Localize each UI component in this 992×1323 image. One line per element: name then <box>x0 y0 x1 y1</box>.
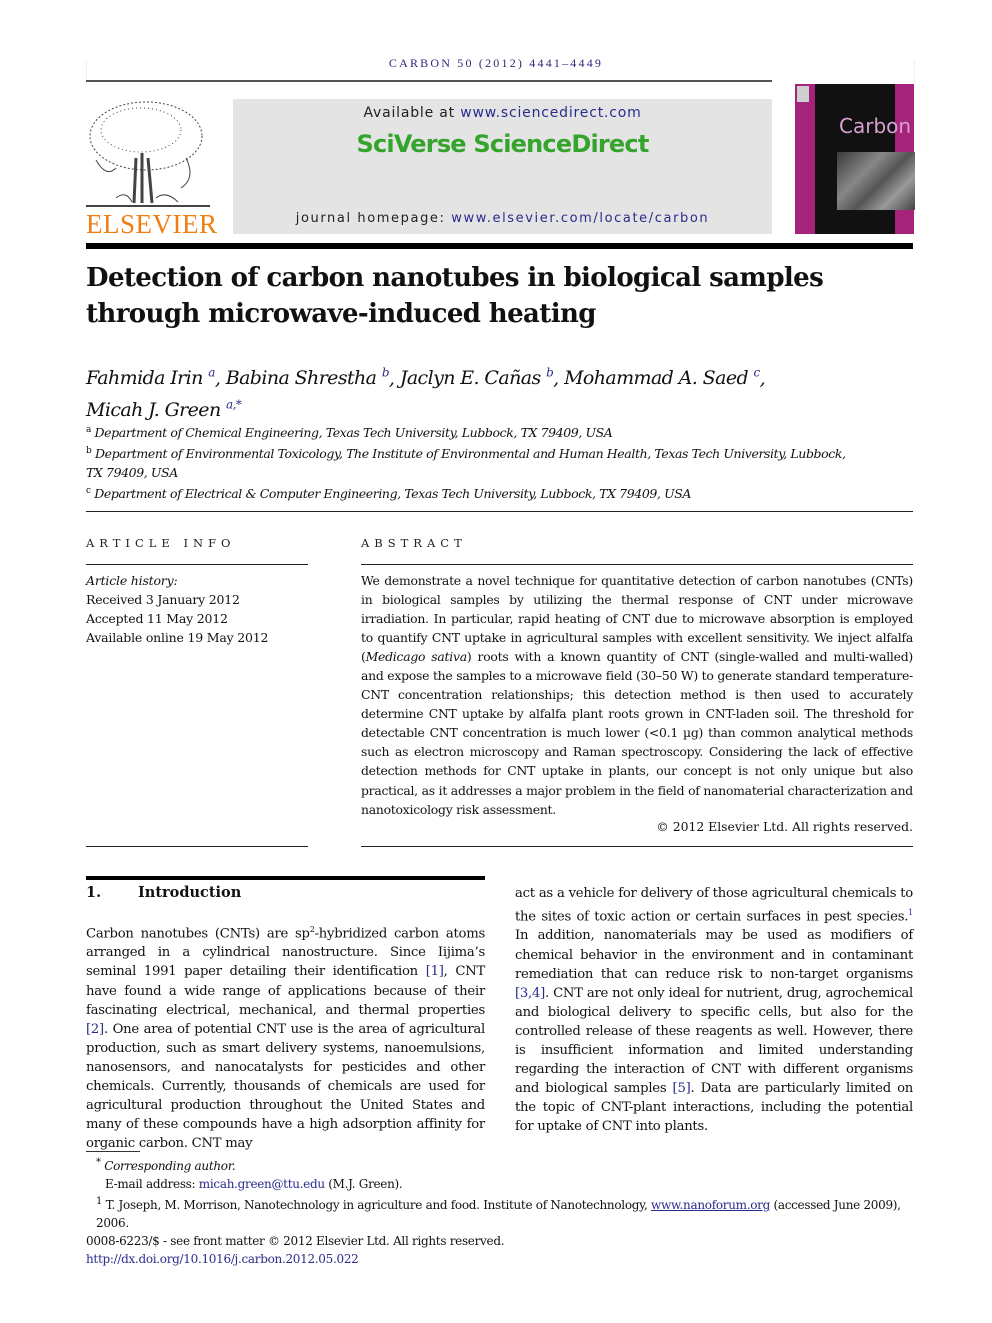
abstract-text: We demonstrate a novel technique for qua… <box>361 573 913 817</box>
footnote-1: 1 T. Joseph, M. Morrison, Nanotechnology… <box>96 1196 901 1230</box>
abstract-heading: ABSTRACT <box>361 536 467 550</box>
homepage-prefix: journal homepage: <box>295 211 452 226</box>
header-rule <box>86 80 772 82</box>
article-history: Article history: Received 3 January 2012… <box>86 571 268 647</box>
cover-title: Carbon <box>839 114 912 138</box>
footnotes: * Corresponding author. E-mail address: … <box>86 1154 913 1268</box>
received-date: Received 3 January 2012 <box>86 592 240 607</box>
article-info-heading: ARTICLE INFO <box>86 536 236 550</box>
section-title: Introduction <box>138 884 242 901</box>
journal-citation: CARBON 50 (2012) 4441–4449 <box>388 56 604 70</box>
citation-link[interactable]: [3,4] <box>515 986 545 1001</box>
cover-micrograph <box>837 152 915 210</box>
section-rule <box>86 876 485 880</box>
footnote-rule <box>86 1151 140 1152</box>
doi-link[interactable]: http://dx.doi.org/10.1016/j.carbon.2012.… <box>86 1252 359 1266</box>
affiliation-b: b Department of Environmental Toxicology… <box>86 446 846 481</box>
citation-link[interactable]: [1] <box>426 964 444 979</box>
species-name: Medicago sativa <box>365 649 468 665</box>
journal-homepage-line: journal homepage: www.elsevier.com/locat… <box>233 211 772 226</box>
masthead-rule <box>86 243 913 249</box>
divider <box>361 846 913 847</box>
citation-link[interactable]: [2] <box>86 1022 104 1037</box>
divider <box>86 846 308 847</box>
history-label: Article history: <box>86 573 178 588</box>
sciverse-logo[interactable]: SciVerse ScienceDirect <box>233 130 772 158</box>
divider <box>361 564 913 565</box>
journal-cover-image: Carbon <box>795 84 915 234</box>
citation-link[interactable]: [5] <box>673 1081 691 1096</box>
abstract-copyright: © 2012 Elsevier Ltd. All rights reserved… <box>656 819 913 834</box>
article-title: Detection of carbon nanotubes in biologi… <box>86 263 824 329</box>
affiliation-a: a Department of Chemical Engineering, Te… <box>86 425 613 441</box>
author[interactable]: Babina Shrestha b <box>226 366 390 389</box>
divider <box>86 511 913 512</box>
author[interactable]: Fahmida Irin a <box>86 366 215 389</box>
online-date: Available online 19 May 2012 <box>86 630 269 645</box>
available-prefix: Available at <box>363 105 461 121</box>
divider <box>86 564 308 565</box>
section-number: 1. <box>86 884 102 901</box>
author-list: Fahmida Irin a, Babina Shrestha b, Jacly… <box>86 366 766 421</box>
accepted-date: Accepted 11 May 2012 <box>86 611 228 626</box>
intro-column-left: Carbon nanotubes (CNTs) are sp2-hybridiz… <box>86 925 485 1151</box>
front-matter: 0008-6223/$ - see front matter © 2012 El… <box>86 1234 505 1248</box>
corresponding-author-note: * Corresponding author. <box>96 1157 236 1173</box>
intro-column-right: act as a vehicle for delivery of those a… <box>515 886 913 1134</box>
author[interactable]: Mohammad A. Saed c <box>564 366 760 389</box>
author[interactable]: Jaclyn E. Cañas b <box>400 366 554 389</box>
cover-elsevier-icon <box>797 86 809 102</box>
elsevier-tree-icon <box>86 101 210 207</box>
cover-panel: Carbon <box>815 84 915 234</box>
section-heading-introduction: 1. Introduction <box>86 884 241 901</box>
author[interactable]: Micah J. Green a,* <box>86 397 242 420</box>
journal-homepage-link[interactable]: www.elsevier.com/locate/carbon <box>451 211 709 226</box>
email-link[interactable]: micah.green@ttu.edu <box>199 1177 325 1191</box>
email-note: E-mail address: micah.green@ttu.edu (M.J… <box>105 1177 403 1191</box>
affiliation-c: c Department of Electrical & Computer En… <box>86 486 692 502</box>
elsevier-wordmark: ELSEVIER <box>86 209 218 239</box>
footnote-link[interactable]: 1 <box>908 908 913 917</box>
nanoforum-link[interactable]: www.nanoforum.org <box>651 1198 770 1212</box>
available-at-line: Available at www.sciencedirect.com <box>233 105 772 121</box>
affiliations: a Department of Chemical Engineering, Te… <box>86 421 916 503</box>
sciencedirect-link[interactable]: www.sciencedirect.com <box>460 105 641 121</box>
